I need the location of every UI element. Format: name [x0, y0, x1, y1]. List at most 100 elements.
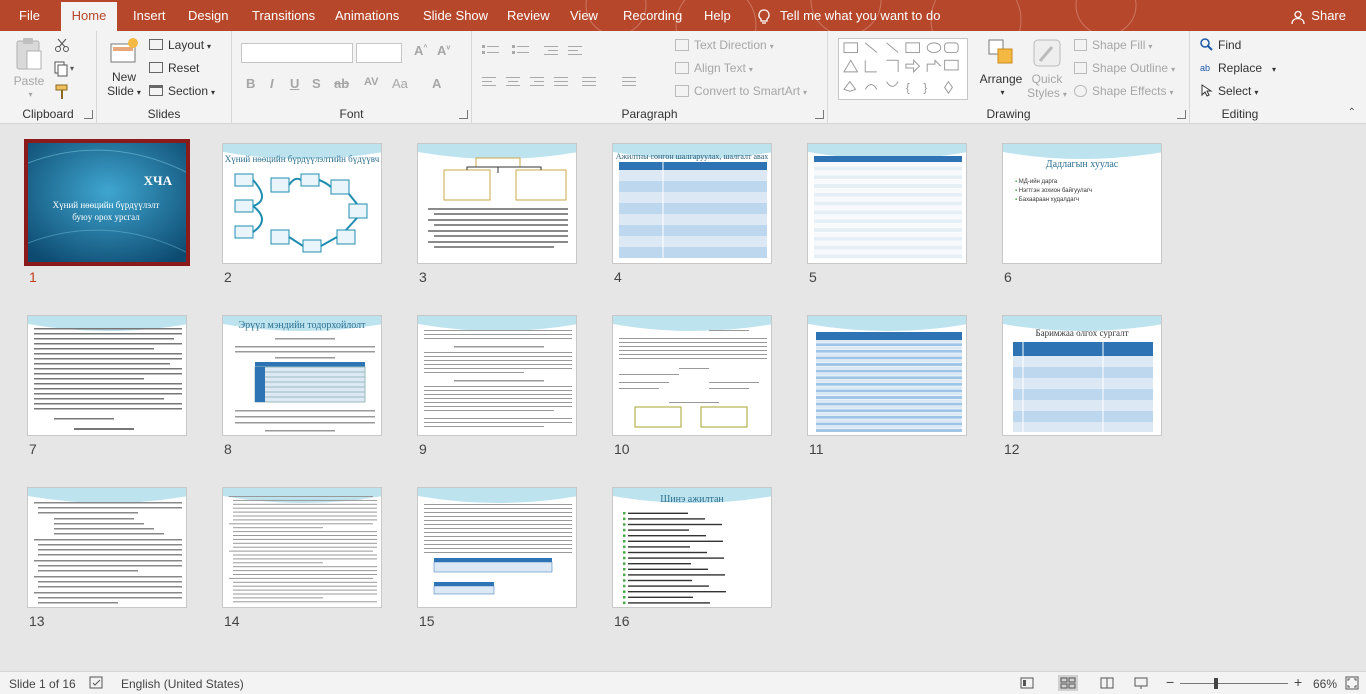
- table-row: [816, 346, 962, 350]
- slide-thumbnail-13[interactable]: [27, 487, 187, 608]
- reading-view-icon[interactable]: [1100, 677, 1114, 689]
- zoom-out-button[interactable]: −: [1166, 674, 1174, 690]
- decrease-font-icon[interactable]: Av: [437, 43, 450, 58]
- change-case-icon[interactable]: Aa: [392, 76, 408, 91]
- language-indicator[interactable]: English (United States): [121, 677, 244, 691]
- slide-number-11: 11: [809, 441, 824, 457]
- arrange-button[interactable]: Arrange ▾: [978, 37, 1024, 100]
- slide-thumbnail-8[interactable]: Эрүүл мэндийн тодорхойлолт: [222, 315, 382, 436]
- slide-thumbnail-1[interactable]: ХЧА Хүний нөөцийн бүрдүүлэлт буюу орох у…: [24, 139, 190, 266]
- slide-thumbnail-14[interactable]: [222, 487, 382, 608]
- slide-thumbnail-12[interactable]: Баримжаа олгох сургалт: [1002, 315, 1162, 436]
- spelling-check-icon[interactable]: [89, 676, 105, 690]
- font-name-combo[interactable]: [241, 43, 353, 63]
- table-row: [816, 402, 962, 406]
- paste-button[interactable]: Paste ▾: [10, 37, 48, 102]
- char-spacing-icon[interactable]: AV: [364, 76, 378, 88]
- shape-outline-label: Shape Outline: [1092, 61, 1169, 75]
- tell-me-search[interactable]: Tell me what you want to do: [758, 0, 940, 31]
- fit-to-window-icon[interactable]: [1345, 676, 1359, 690]
- table-row: [814, 166, 962, 171]
- shadow-icon[interactable]: S: [312, 76, 321, 91]
- slide-thumbnail-7[interactable]: [27, 315, 187, 436]
- bold-icon[interactable]: B: [246, 76, 255, 91]
- layout-button[interactable]: Layout ▾: [149, 38, 211, 52]
- copy-icon[interactable]: ▾: [54, 61, 76, 77]
- paste-label: Paste: [13, 74, 45, 88]
- slide-thumbnail-15[interactable]: [417, 487, 577, 608]
- find-button[interactable]: Find: [1200, 38, 1241, 52]
- slide-4-table: [619, 162, 767, 258]
- replace-button[interactable]: ab Replace ▾: [1200, 61, 1276, 75]
- slide-thumbnail-3[interactable]: [417, 143, 577, 264]
- increase-font-icon[interactable]: A^: [414, 43, 427, 58]
- slide-number-1: 1: [29, 269, 37, 285]
- slide-thumbnail-9[interactable]: [417, 315, 577, 436]
- slide-thumbnail-5[interactable]: [807, 143, 967, 264]
- tab-design[interactable]: Design: [188, 0, 228, 31]
- paragraph-launcher[interactable]: [815, 110, 824, 119]
- collapse-ribbon-icon[interactable]: ⌃: [1348, 107, 1356, 118]
- slide-6-bullet: ▪ МД-ийн дарга: [1015, 179, 1058, 185]
- share-button[interactable]: Share: [1291, 0, 1346, 31]
- shapes-gallery[interactable]: {}: [838, 38, 968, 100]
- text-direction-label: Text Direction: [694, 38, 767, 52]
- table-row: [816, 356, 962, 360]
- drawing-launcher[interactable]: [1177, 110, 1186, 119]
- shape-outline-button[interactable]: Shape Outline ▾: [1074, 61, 1175, 75]
- tab-slide-show[interactable]: Slide Show: [423, 0, 488, 31]
- slide-sorter-view-icon[interactable]: [1058, 675, 1078, 691]
- tab-animations[interactable]: Animations: [335, 0, 399, 31]
- tab-transitions[interactable]: Transitions: [252, 0, 315, 31]
- slide-thumbnail-6[interactable]: Дадлагын хуулас ▪ МД-ийн дарга ▪ Нэгтгэн…: [1002, 143, 1162, 264]
- tab-insert[interactable]: Insert: [133, 0, 166, 31]
- alignment-icons[interactable]: [482, 76, 662, 90]
- slide-7-text: [34, 328, 182, 430]
- clipboard-launcher[interactable]: [84, 110, 93, 119]
- arrange-label: Arrange: [979, 72, 1023, 86]
- tab-review[interactable]: Review: [507, 0, 550, 31]
- tab-view[interactable]: View: [570, 0, 598, 31]
- italic-icon[interactable]: I: [270, 76, 274, 91]
- zoom-slider-thumb[interactable]: [1214, 678, 1218, 689]
- tab-help[interactable]: Help: [704, 0, 731, 31]
- shape-effects-button[interactable]: Shape Effects ▾: [1074, 84, 1174, 98]
- slide-number-13: 13: [29, 613, 45, 629]
- tab-home[interactable]: Home: [61, 2, 117, 31]
- layout-icon: [149, 39, 163, 50]
- format-painter-icon[interactable]: [54, 84, 70, 100]
- underline-icon[interactable]: U: [290, 76, 299, 91]
- zoom-level[interactable]: 66%: [1313, 677, 1337, 691]
- quick-styles-button[interactable]: Quick Styles ▾: [1026, 37, 1068, 102]
- table-row: [814, 175, 962, 180]
- select-button[interactable]: Select ▾: [1200, 84, 1258, 98]
- table-row: [814, 179, 962, 184]
- font-size-combo[interactable]: [356, 43, 402, 63]
- slide-thumbnail-16[interactable]: Шинэ ажилтан: [612, 487, 772, 608]
- section-button[interactable]: Section ▾: [149, 84, 215, 98]
- slide-show-icon[interactable]: [1134, 677, 1148, 689]
- slide-thumbnail-2[interactable]: Хүний нөөцийн бүрдүүлэлтийн бүдүүвч: [222, 143, 382, 264]
- zoom-slider[interactable]: [1180, 683, 1288, 684]
- bullet-marker: [623, 556, 626, 560]
- slide-thumbnail-11[interactable]: [807, 315, 967, 436]
- zoom-in-button[interactable]: +: [1294, 674, 1302, 690]
- align-text-button[interactable]: Align Text ▾: [675, 61, 753, 75]
- slide-thumbnail-10[interactable]: [612, 315, 772, 436]
- text-line: [233, 589, 377, 591]
- text-direction-button[interactable]: Text Direction ▾: [675, 38, 774, 52]
- font-color-icon[interactable]: A: [432, 76, 441, 91]
- shape-fill-button[interactable]: Shape Fill ▾: [1074, 38, 1152, 52]
- convert-smartart-button[interactable]: Convert to SmartArt ▾: [675, 84, 807, 98]
- ribbon-tab-bar: File Home Insert Design Transitions Anim…: [0, 0, 1366, 31]
- cut-icon[interactable]: [54, 37, 70, 53]
- slide-thumbnail-4[interactable]: Ажилтны сонгон шалгаруулах, шалгалт авах: [612, 143, 772, 264]
- tab-recording[interactable]: Recording: [623, 0, 682, 31]
- font-launcher[interactable]: [459, 110, 468, 119]
- reset-button[interactable]: Reset: [149, 61, 199, 75]
- strikethrough-icon[interactable]: ab: [334, 76, 349, 91]
- bullets-icon[interactable]: [482, 43, 592, 57]
- tab-file[interactable]: File: [19, 0, 40, 31]
- normal-view-icon[interactable]: [1020, 677, 1034, 689]
- new-slide-button[interactable]: New Slide ▾: [107, 37, 141, 100]
